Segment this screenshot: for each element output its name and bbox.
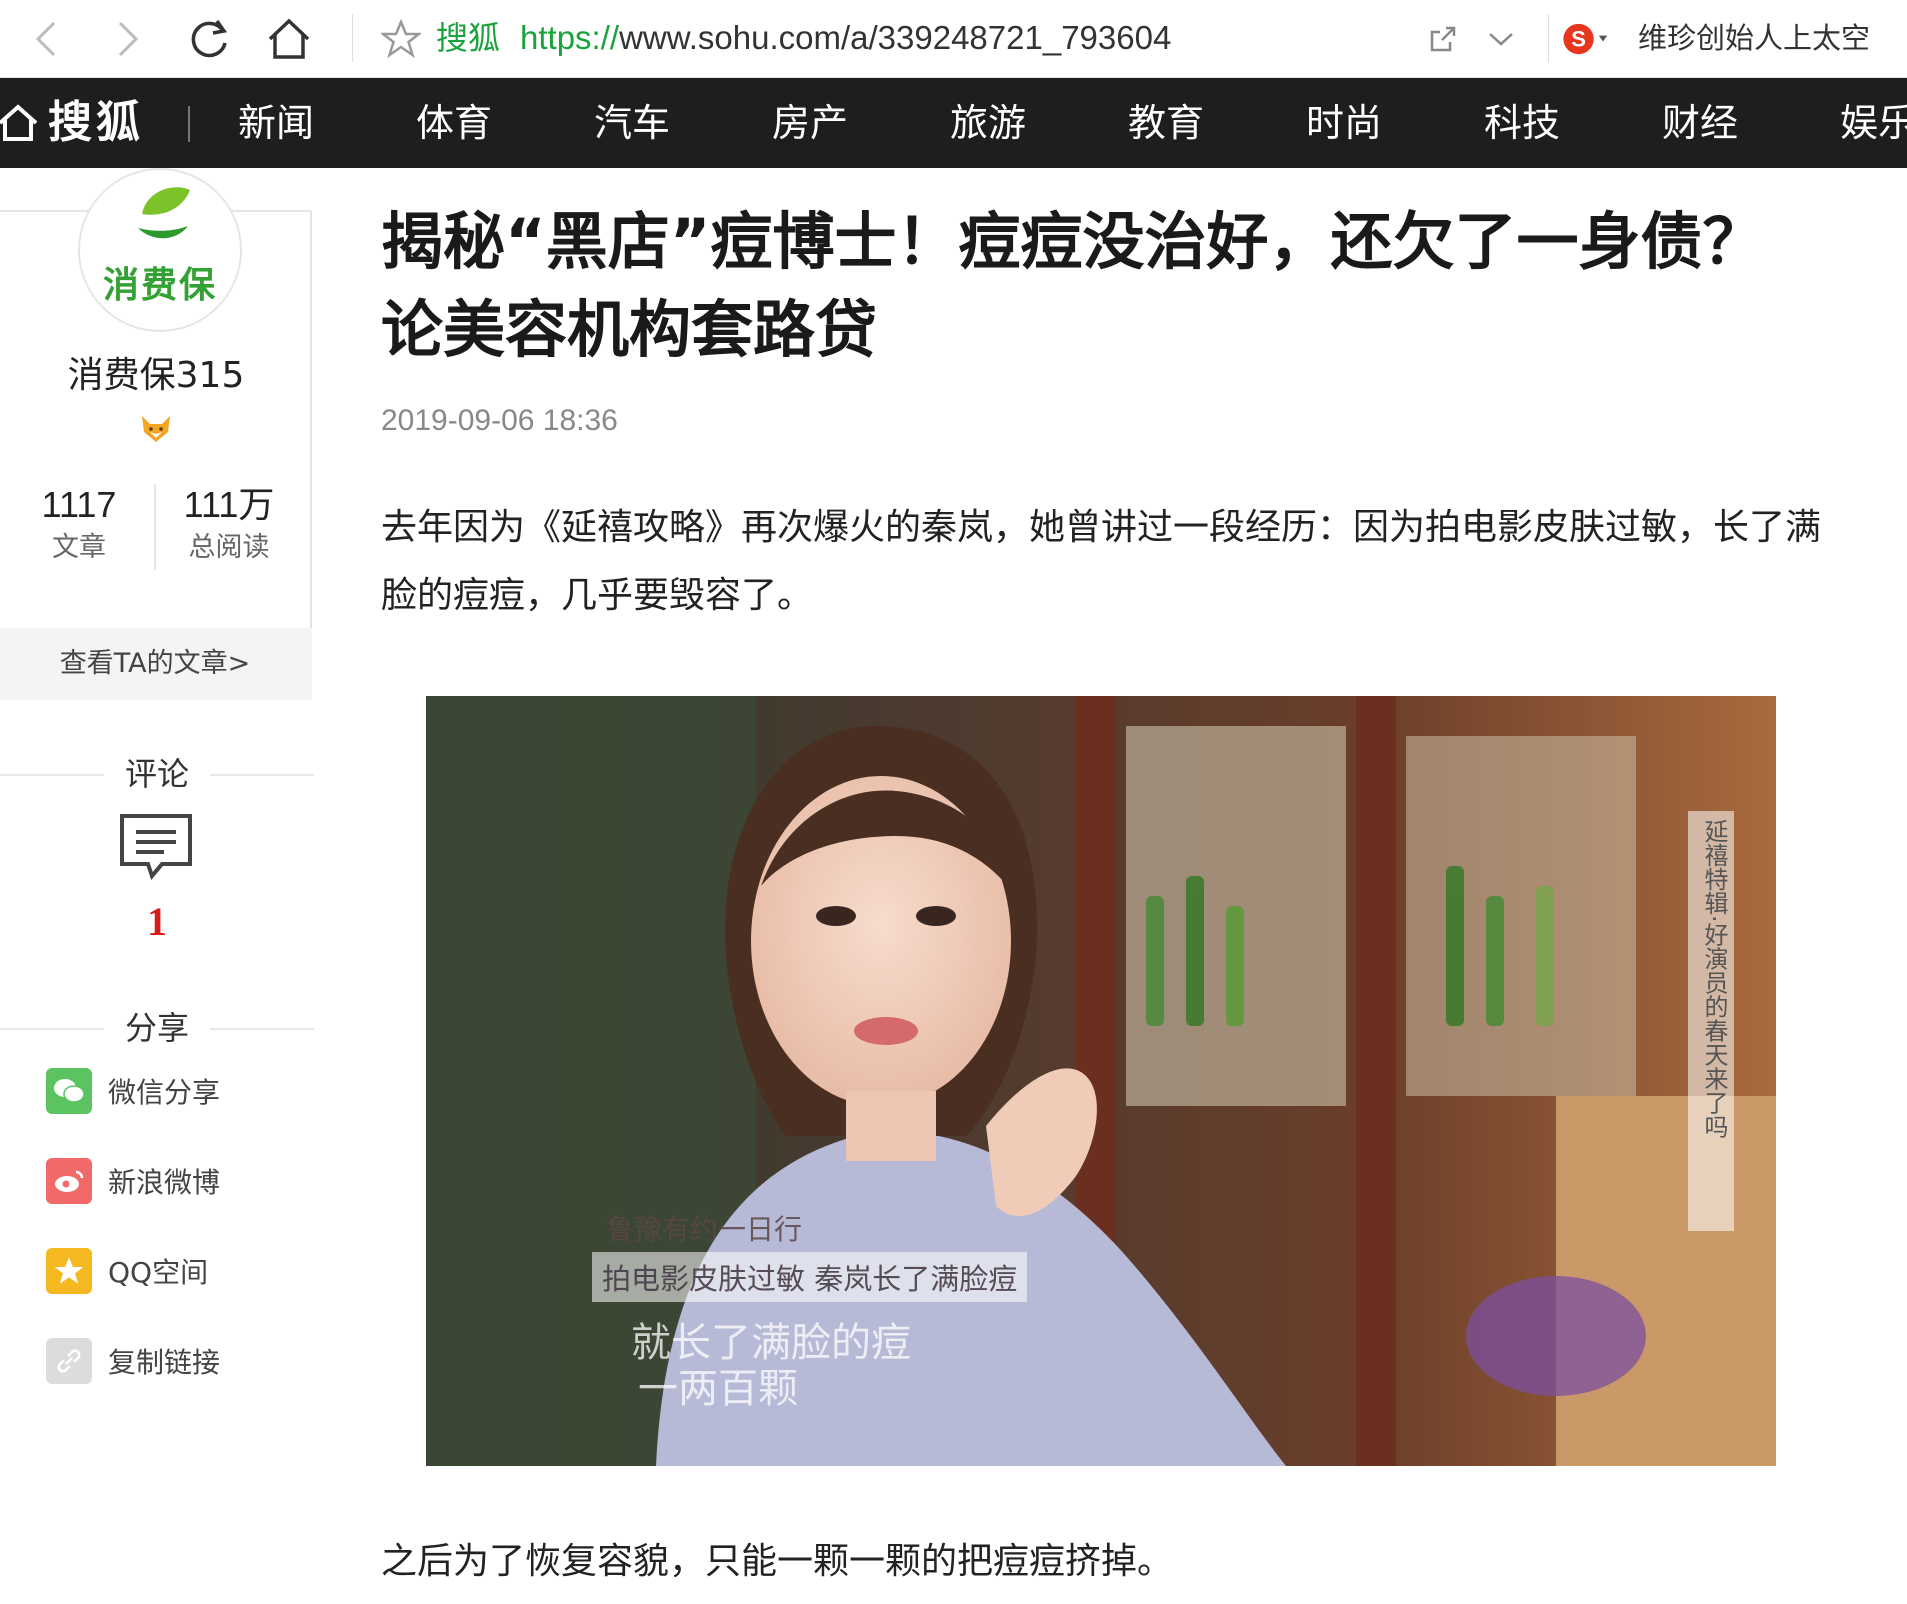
comment-count[interactable]: 1 <box>0 898 314 945</box>
nav-item-tech[interactable]: 科技 <box>1484 98 1560 148</box>
caption-subtitle: 拍电影皮肤过敏 秦岚长了满脸痘 <box>592 1252 1028 1302</box>
share-copy-link[interactable]: 复制链接 <box>46 1336 220 1386</box>
nav-item-realestate[interactable]: 房产 <box>772 98 848 148</box>
article-title-line-1: 揭秘“黑店”痘博士！痘痘没治好，还欠了一身债？ <box>381 205 1765 278</box>
article-image[interactable]: 鲁豫有约一日行 拍电影皮肤过敏 秦岚长了满脸痘 就长了满脸的痘 一两百颗 延禧特… <box>426 696 1776 1466</box>
share-weibo-label: 新浪微博 <box>108 1166 221 1199</box>
nav-item-news[interactable]: 新闻 <box>238 98 314 148</box>
article-title-line-2: 论美容机构套路贷 <box>381 293 878 366</box>
publish-date: 2019-09-06 18:36 <box>381 404 618 437</box>
link-icon <box>46 1338 92 1384</box>
share-wechat[interactable]: 微信分享 <box>46 1066 220 1116</box>
reads-count: 111万 <box>183 484 275 525</box>
nav-item-auto[interactable]: 汽车 <box>594 98 670 148</box>
paragraph-1-line-1: 去年因为《延禧攻略》再次爆火的秦岚，她曾讲过一段经历：因为拍电影皮肤过敏，长了满 <box>381 507 1822 548</box>
caption-vertical: 延禧特辑·好演员的春天来了吗 <box>1688 811 1734 1231</box>
forward-icon[interactable] <box>100 12 154 66</box>
address-url[interactable]: https://www.sohu.com/a/339248721_793604 <box>520 16 1171 60</box>
article-title: 揭秘“黑店”痘博士！痘痘没治好，还欠了一身债？ 论美容机构套路贷 <box>381 198 1881 374</box>
caption-line-2: 一两百颗 <box>638 1366 798 1412</box>
refresh-icon[interactable] <box>182 12 236 66</box>
wechat-icon <box>46 1068 92 1114</box>
leaf-logo-icon <box>138 187 190 239</box>
search-engine-icon[interactable]: S <box>1560 12 1614 66</box>
search-suggestion[interactable]: 维珍创始人上太空 <box>1638 16 1870 60</box>
fox-badge-icon <box>142 416 170 442</box>
nav-item-fashion[interactable]: 时尚 <box>1306 98 1382 148</box>
share-heading-row: 分享 <box>0 1004 314 1052</box>
toolbar-separator-2 <box>1548 14 1549 62</box>
articles-count: 1117 <box>41 484 117 525</box>
comments-heading-row: 评论 <box>0 750 314 798</box>
address-site-name[interactable]: 搜狐 <box>436 16 500 60</box>
share-weibo[interactable]: 新浪微博 <box>46 1156 220 1206</box>
nav-item-education[interactable]: 教育 <box>1128 98 1204 148</box>
article-paragraph-2: 之后为了恢复容貌，只能一颗一颗的把痘痘挤掉。 <box>381 1541 1174 1582</box>
author-name[interactable]: 消费保315 <box>0 346 312 398</box>
caption-program: 鲁豫有约一日行 <box>606 1213 803 1246</box>
share-copy-link-label: 复制链接 <box>108 1346 221 1379</box>
avatar-brand-text: 消费保 <box>102 265 217 306</box>
nav-item-entertainment[interactable]: 娱乐 <box>1840 98 1907 148</box>
share-qzone-label: QQ空间 <box>108 1256 209 1289</box>
home-icon[interactable] <box>262 12 316 66</box>
toolbar-separator <box>352 14 353 62</box>
article-paragraph-1: 去年因为《延禧攻略》再次爆火的秦岚，她曾讲过一段经历：因为拍电影皮肤过敏，长了满… <box>381 494 1831 630</box>
dropdown-chevron-icon[interactable] <box>1474 12 1528 66</box>
comment-icon[interactable] <box>118 812 194 882</box>
share-qzone[interactable]: QQ空间 <box>46 1246 208 1296</box>
nav-item-finance[interactable]: 财经 <box>1662 98 1738 148</box>
comments-heading: 评论 <box>124 755 189 793</box>
author-avatar[interactable]: 消费保 <box>78 168 242 332</box>
articles-label: 文章 <box>52 532 106 563</box>
share-heading: 分享 <box>124 1009 189 1047</box>
url-path: www.sohu.com/a/339248721_793604 <box>619 19 1172 56</box>
view-author-articles-link[interactable]: 查看TA的文章> <box>0 628 312 700</box>
share-page-icon[interactable] <box>1416 12 1470 66</box>
back-icon[interactable] <box>20 12 74 66</box>
stat-reads: 111万 总阅读 <box>154 482 304 568</box>
home-icon <box>0 104 38 141</box>
weibo-icon <box>46 1158 92 1204</box>
star-icon[interactable] <box>374 12 428 66</box>
paragraph-1-line-2: 脸的痘痘，几乎要毁容了。 <box>381 575 814 616</box>
nav-item-sports[interactable]: 体育 <box>416 98 492 148</box>
nav-item-travel[interactable]: 旅游 <box>950 98 1026 148</box>
site-navigation: 搜狐 新闻 体育 汽车 房产 旅游 教育 时尚 科技 财经 娱乐 <box>0 78 1907 168</box>
svg-text:S: S <box>1571 27 1586 52</box>
url-protocol: https:// <box>520 19 620 56</box>
reads-label: 总阅读 <box>188 532 270 563</box>
nav-divider <box>188 106 190 142</box>
browser-toolbar: 搜狐 https://www.sohu.com/a/339248721_7936… <box>0 0 1907 78</box>
photo-scene <box>426 696 1776 1466</box>
stat-articles: 1117 文章 <box>4 482 154 568</box>
sohu-logo[interactable]: 搜狐 <box>0 94 144 152</box>
logo-text: 搜狐 <box>48 97 144 148</box>
share-wechat-label: 微信分享 <box>108 1076 221 1109</box>
qzone-star-icon <box>46 1248 92 1294</box>
